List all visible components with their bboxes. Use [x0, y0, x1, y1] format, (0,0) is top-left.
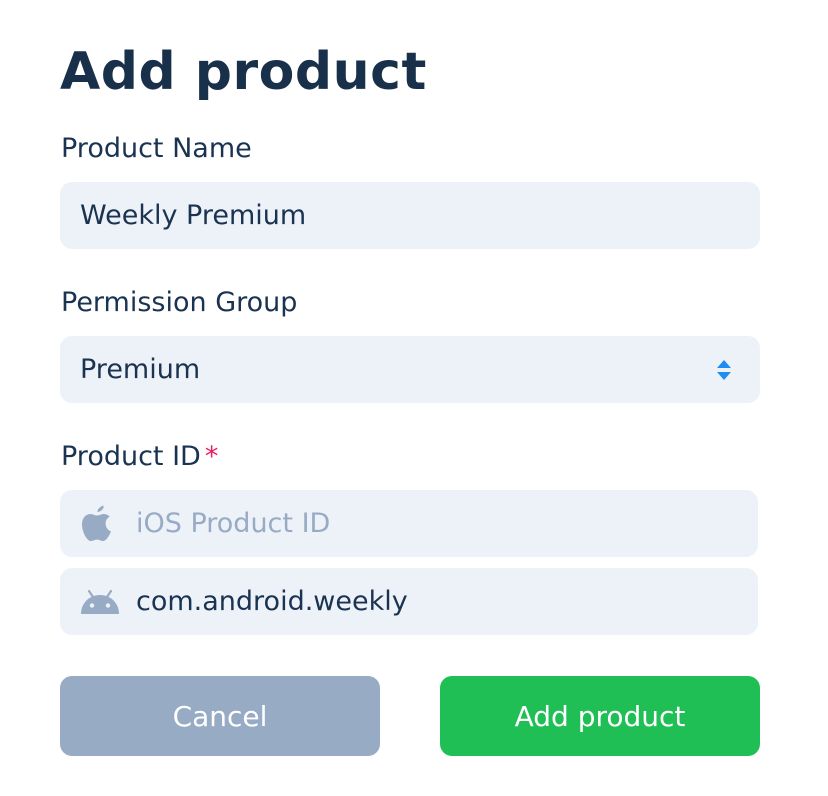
apple-icon	[80, 504, 120, 544]
permission-group-selected-value: Premium	[80, 354, 201, 385]
android-product-id-field[interactable]	[60, 568, 758, 635]
sort-arrows-icon	[716, 359, 732, 381]
ios-product-id-field[interactable]	[60, 490, 758, 557]
page-title: Add product	[60, 42, 427, 102]
product-id-label: Product ID	[61, 441, 201, 472]
required-asterisk: *	[204, 441, 219, 472]
android-icon	[80, 582, 120, 622]
product-name-label: Product Name	[61, 133, 252, 164]
product-name-input[interactable]	[80, 200, 740, 231]
add-product-button[interactable]: Add product	[440, 676, 760, 756]
permission-group-label: Permission Group	[61, 287, 298, 318]
permission-group-select[interactable]: Premium	[60, 336, 760, 403]
android-product-id-input[interactable]	[136, 586, 738, 617]
cancel-button[interactable]: Cancel	[60, 676, 380, 756]
product-name-field[interactable]	[60, 182, 760, 249]
product-id-label-row: Product ID *	[61, 441, 218, 473]
ios-product-id-input[interactable]	[136, 508, 738, 539]
